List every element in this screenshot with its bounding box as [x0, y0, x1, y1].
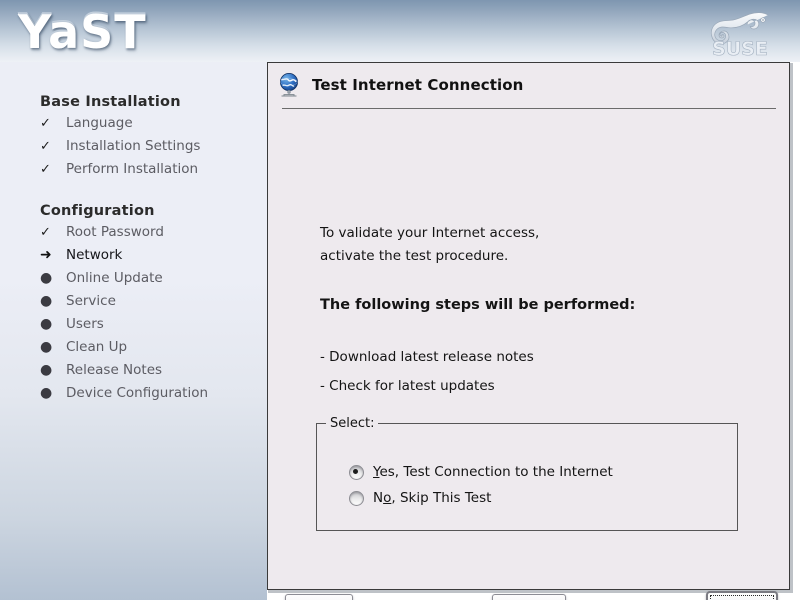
radio-option-no-pre: N	[373, 490, 384, 506]
check-icon: ✓	[40, 162, 51, 177]
bullet-icon: ●	[40, 293, 53, 309]
header-banner: YaST SUSE	[0, 0, 800, 62]
bullet-icon: ●	[40, 339, 53, 355]
step-item-check-updates: - Check for latest updates	[320, 378, 495, 394]
bullet-icon: ●	[40, 385, 53, 401]
section-title-configuration: Configuration	[40, 203, 155, 219]
bullet-icon: ●	[40, 316, 53, 332]
title-separator	[282, 108, 776, 109]
sidebar-item-label: Device Configuration	[66, 385, 209, 401]
check-icon: ✓	[40, 139, 51, 154]
check-icon: ✓	[40, 225, 51, 240]
test-internet-connection-dialog: Test Internet Connection To validate you…	[267, 62, 790, 600]
sidebar-item-language: ✓ Language	[40, 115, 265, 138]
bullet-icon: ●	[40, 362, 53, 378]
sidebar-item-network: ➜ Network	[40, 247, 265, 270]
yast-installer-screen: YaST SUSE Base Installation ✓ Language ✓…	[0, 0, 800, 600]
sidebar-item-label: Language	[66, 115, 133, 131]
radio-option-yes-text: es, Test Connection to the Internet	[379, 464, 613, 480]
steps-heading: The following steps will be performed:	[320, 297, 636, 313]
radio-option-yes-label: Yes, Test Connection to the Internet	[373, 464, 613, 480]
sidebar-item-label: Release Notes	[66, 362, 163, 378]
sidebar-item-label: Online Update	[66, 270, 163, 286]
yast-logo: YaST	[18, 4, 147, 58]
sidebar-item-release-notes: ● Release Notes	[40, 362, 265, 385]
sidebar-item-perform-installation: ✓ Perform Installation	[40, 161, 265, 184]
dialog-title: Test Internet Connection	[312, 76, 524, 94]
sidebar-item-root-password: ✓ Root Password	[40, 224, 265, 247]
suse-wordmark: SUSE	[712, 38, 768, 60]
back-button[interactable]: Back	[285, 594, 353, 600]
sidebar-item-label: Installation Settings	[66, 138, 201, 154]
sidebar-item-label: Clean Up	[66, 339, 128, 355]
radio-option-no-label: No, Skip This Test	[373, 490, 491, 506]
sidebar-item-label: Perform Installation	[66, 161, 199, 177]
steps-list: Base Installation ✓ Language ✓ Installat…	[40, 94, 265, 408]
suse-logo: SUSE	[694, 2, 786, 60]
abort-button[interactable]: Abort	[492, 594, 566, 600]
radio-option-no[interactable]: No, Skip This Test	[349, 490, 491, 506]
select-groupbox-legend: Select:	[326, 416, 379, 431]
sidebar-item-online-update: ● Online Update	[40, 270, 265, 293]
dialog-titlebar: Test Internet Connection	[268, 63, 789, 107]
sidebar-item-installation-settings: ✓ Installation Settings	[40, 138, 265, 161]
sidebar-item-clean-up: ● Clean Up	[40, 339, 265, 362]
sidebar-item-label: Service	[66, 293, 116, 309]
radio-button-icon[interactable]	[349, 490, 364, 506]
sidebar-item-label: Root Password	[66, 224, 164, 240]
globe-network-icon	[279, 72, 299, 97]
arrow-right-icon: ➜	[40, 247, 52, 263]
radio-option-yes[interactable]: Yes, Test Connection to the Internet	[349, 464, 613, 480]
sidebar-item-label: Users	[66, 316, 104, 332]
sidebar-item-users: ● Users	[40, 316, 265, 339]
bullet-icon: ●	[40, 270, 53, 286]
intro-line-2: activate the test procedure.	[320, 248, 509, 264]
installation-steps-sidebar: Base Installation ✓ Language ✓ Installat…	[0, 62, 267, 600]
select-groupbox: Yes, Test Connection to the Internet No,…	[316, 423, 738, 531]
sidebar-item-label: Network	[66, 247, 123, 263]
sidebar-item-device-configuration: ● Device Configuration	[40, 385, 265, 408]
intro-line-1: To validate your Internet access,	[320, 225, 540, 241]
sidebar-item-service: ● Service	[40, 293, 265, 316]
radio-button-icon[interactable]	[349, 464, 364, 480]
section-title-base-installation: Base Installation	[40, 94, 181, 110]
check-icon: ✓	[40, 116, 51, 131]
radio-option-no-text: , Skip This Test	[391, 490, 492, 506]
next-button[interactable]: Next	[706, 591, 778, 600]
step-item-download-release-notes: - Download latest release notes	[320, 349, 534, 365]
